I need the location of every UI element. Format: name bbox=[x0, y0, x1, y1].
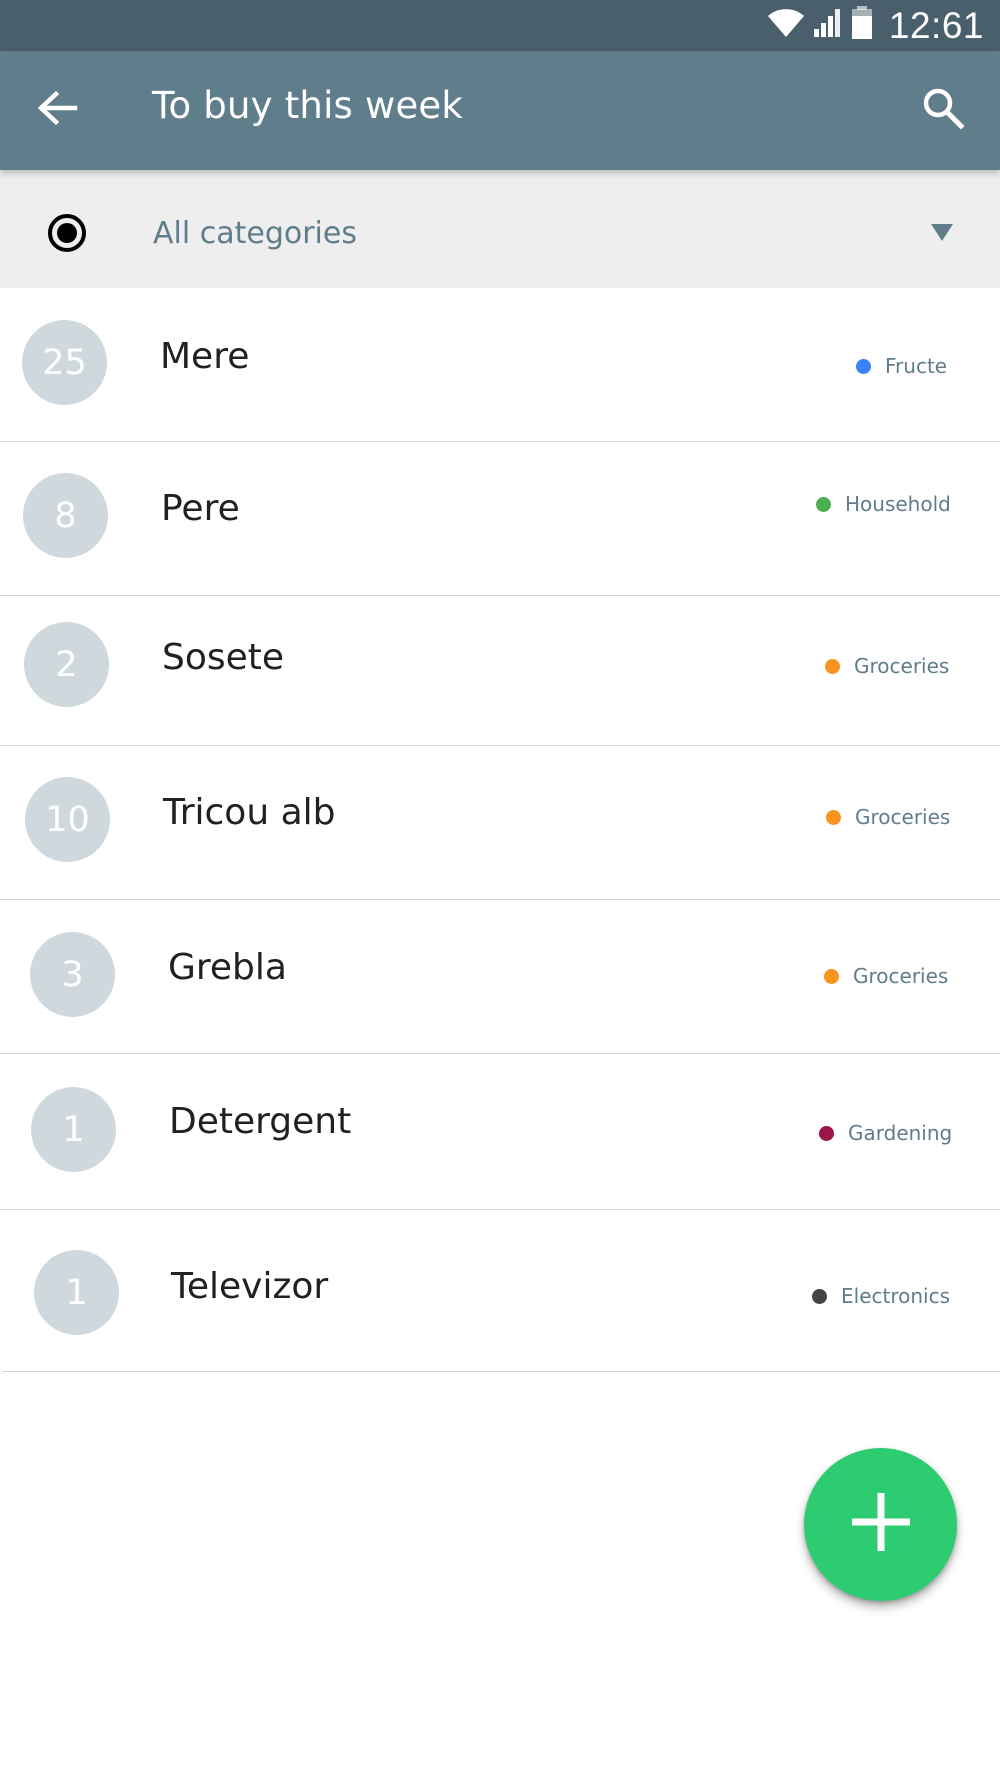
plus-icon bbox=[848, 1489, 914, 1560]
item-name: Mere bbox=[160, 336, 250, 377]
category-label: Household bbox=[845, 492, 951, 516]
category-label: Groceries bbox=[855, 805, 951, 829]
status-bar: 12:61 bbox=[0, 0, 1000, 51]
category-dot-icon bbox=[826, 809, 841, 825]
list-item[interactable]: 10 Tricou alb Groceries bbox=[0, 746, 1000, 900]
signal-icon bbox=[813, 8, 843, 43]
quantity-badge: 1 bbox=[31, 1087, 116, 1172]
list-item[interactable]: 1 Televizor Electronics bbox=[2, 1210, 1000, 1372]
category-filter-label: All categories bbox=[153, 216, 357, 251]
category-dot-icon bbox=[812, 1288, 827, 1304]
quantity-badge: 8 bbox=[23, 473, 108, 558]
category-label: Gardening bbox=[848, 1121, 953, 1145]
app-bar: To buy this week bbox=[0, 51, 1000, 170]
category-label: Fructe bbox=[885, 354, 948, 378]
quantity-badge: 2 bbox=[24, 622, 109, 707]
list-item[interactable]: 3 Grebla Groceries bbox=[0, 900, 1000, 1054]
dropdown-arrow-icon[interactable] bbox=[931, 221, 953, 243]
item-name: Grebla bbox=[168, 947, 287, 988]
page-title: To buy this week bbox=[152, 84, 463, 127]
category-label: Groceries bbox=[853, 964, 949, 988]
radio-selected-icon[interactable] bbox=[47, 213, 87, 253]
status-icons: 12:61 bbox=[767, 0, 984, 51]
item-category: Household bbox=[816, 492, 951, 516]
category-label: Groceries bbox=[854, 654, 950, 678]
category-dot-icon bbox=[816, 496, 831, 512]
quantity-badge: 1 bbox=[34, 1250, 119, 1335]
item-name: Detergent bbox=[169, 1101, 352, 1142]
quantity-badge: 25 bbox=[22, 320, 107, 405]
status-time: 12:61 bbox=[888, 4, 984, 46]
screen: 12:61 To buy this week All categories 25… bbox=[0, 0, 1000, 1785]
category-dot-icon bbox=[819, 1125, 834, 1141]
item-category: Electronics bbox=[812, 1284, 950, 1308]
quantity-badge: 3 bbox=[30, 932, 115, 1017]
item-category: Gardening bbox=[819, 1121, 952, 1145]
item-category: Groceries bbox=[825, 654, 949, 678]
wifi-icon bbox=[767, 8, 805, 43]
item-name: Tricou alb bbox=[163, 792, 336, 833]
battery-icon bbox=[851, 6, 873, 45]
list-item[interactable]: 25 Mere Fructe bbox=[0, 288, 1000, 442]
arrow-left-icon bbox=[35, 86, 79, 135]
category-filter[interactable]: All categories bbox=[0, 170, 1000, 288]
category-dot-icon bbox=[856, 358, 871, 374]
search-button[interactable] bbox=[908, 75, 978, 145]
list-item[interactable]: 1 Detergent Gardening bbox=[0, 1056, 1000, 1210]
item-name: Pere bbox=[161, 488, 240, 529]
list-item[interactable]: 2 Sosete Groceries bbox=[0, 592, 1000, 746]
item-category: Groceries bbox=[826, 805, 950, 829]
quantity-badge: 10 bbox=[25, 777, 110, 862]
back-button[interactable] bbox=[22, 75, 92, 145]
item-category: Groceries bbox=[824, 964, 948, 988]
category-dot-icon bbox=[824, 968, 839, 984]
category-label: Electronics bbox=[841, 1284, 951, 1308]
category-dot-icon bbox=[825, 658, 840, 674]
item-name: Sosete bbox=[162, 637, 285, 678]
item-name: Televizor bbox=[171, 1266, 329, 1307]
item-category: Fructe bbox=[856, 354, 947, 378]
list-item[interactable]: 8 Pere Household bbox=[0, 442, 1000, 596]
search-icon bbox=[921, 86, 965, 135]
add-item-button[interactable] bbox=[804, 1448, 957, 1601]
